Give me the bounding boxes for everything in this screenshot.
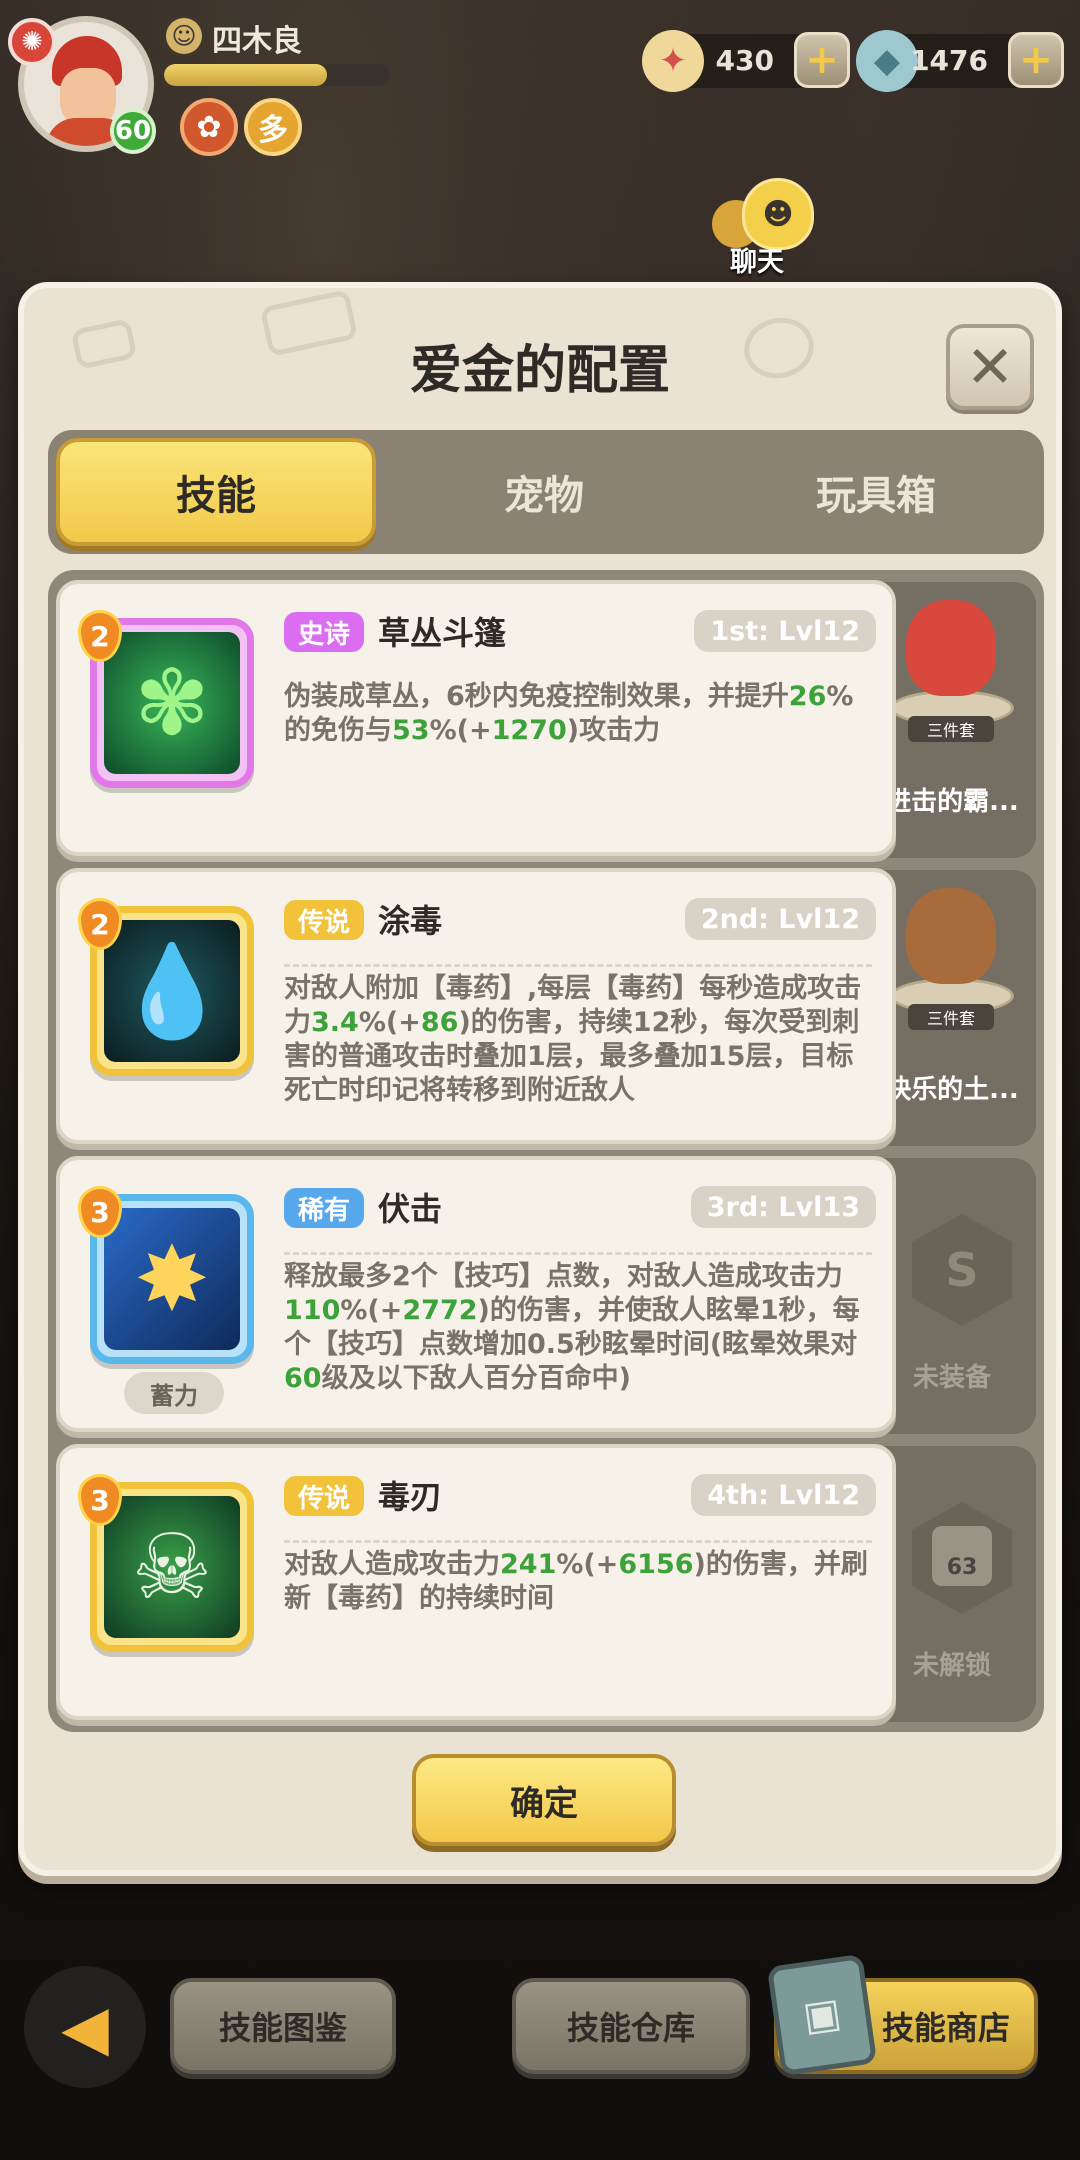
avatar-badge-icon: ✺ xyxy=(8,18,56,66)
player-exp-bar xyxy=(164,64,390,86)
skill-name: 涂毒 xyxy=(378,902,443,940)
tab-bar: 技能 宠物 玩具箱 xyxy=(48,430,1044,554)
slot-level-tag: 1st: Lvl12 xyxy=(694,610,876,652)
back-button[interactable]: ◀ xyxy=(24,1966,146,2088)
currency-shell-value: 430 xyxy=(715,44,774,77)
currency-gem-value: 1476 xyxy=(910,44,988,77)
chat-button[interactable]: ☻ 聊天 xyxy=(712,178,822,278)
confirm-button[interactable]: 确定 xyxy=(412,1754,676,1846)
skill-shop-button[interactable]: ▣ 技能商店 xyxy=(766,1953,1038,2077)
achievement-medal-icon[interactable]: ✿ xyxy=(180,98,238,156)
poison-skull-icon: ☠ xyxy=(104,1496,240,1638)
skill-card[interactable]: ✾ 2 史诗 草丛斗篷 1st: Lvl12 伪装成草丛，6秒内免疫控制效果，并… xyxy=(56,580,896,856)
skill-card[interactable]: 💧 2 传说 涂毒 2nd: Lvl12 对敌人附加【毒药】,每层【毒药】每秒造… xyxy=(56,868,896,1144)
dragon-pet-icon xyxy=(906,600,996,696)
panel-title: 爱金的配置 xyxy=(409,341,670,401)
rarity-badge: 传说 xyxy=(284,900,365,940)
skill-name: 草丛斗篷 xyxy=(378,614,507,652)
currency-shell: ✦ 430 + xyxy=(642,30,850,92)
currency-gem: ◆ 1476 + xyxy=(856,30,1064,92)
loadout-panel: 爱金的配置 ✕ 技能 宠物 玩具箱 三件套 进击的霸... 三件套 快乐的土..… xyxy=(18,282,1062,1876)
charge-tag: 蓄力 xyxy=(124,1372,224,1414)
chat-label: 聊天 xyxy=(730,247,784,278)
leaf-cloak-icon: ✾ xyxy=(104,632,240,774)
gem-icon: ◆ xyxy=(856,30,918,92)
coin-medal-icon[interactable]: 多 xyxy=(244,98,302,156)
close-button[interactable]: ✕ xyxy=(946,324,1034,410)
divider xyxy=(284,1540,872,1543)
set-tag: 三件套 xyxy=(908,1004,994,1030)
player-emoji-icon: ☺ xyxy=(166,18,202,54)
skill-description: 对敌人造成攻击力241%(+6156)的伤害，并刷新【毒药】的持续时间 xyxy=(284,1549,868,1614)
tab-toybox[interactable]: 玩具箱 xyxy=(716,438,1036,546)
add-shell-button[interactable]: + xyxy=(794,32,850,88)
tab-skills[interactable]: 技能 xyxy=(56,438,376,546)
back-arrow-icon: ◀ xyxy=(61,1990,109,2064)
player-level-badge: 60 xyxy=(110,108,156,154)
skill-description: 伪装成草丛，6秒内免疫控制效果，并提升26%的免伤与53%(+1270)攻击力 xyxy=(284,681,854,746)
slot-level-tag: 2nd: Lvl12 xyxy=(684,898,876,940)
slot-level-tag: 4th: Lvl12 xyxy=(691,1474,876,1516)
rarity-badge: 稀有 xyxy=(284,1188,365,1228)
skill-card[interactable]: ✸ 3 蓄力 稀有 伏击 3rd: Lvl13 释放最多2个【技巧】点数，对敌人… xyxy=(56,1156,896,1432)
slot-level-tag: 3rd: Lvl13 xyxy=(690,1186,876,1228)
empty-slot-icon: S xyxy=(912,1214,1012,1326)
shell-star-icon: ✦ xyxy=(642,30,704,92)
skill-name: 伏击 xyxy=(378,1190,443,1228)
shop-machine-icon: ▣ xyxy=(766,1953,878,2077)
skill-description: 释放最多2个【技巧】点数，对敌人造成攻击力110%(+2772)的伤害，并使敌人… xyxy=(284,1261,860,1394)
divider xyxy=(284,964,872,967)
rarity-badge: 传说 xyxy=(284,1476,365,1516)
ambush-icon: ✸ xyxy=(104,1208,240,1350)
skill-name: 毒刃 xyxy=(378,1478,443,1516)
mole-pet-icon xyxy=(906,888,996,984)
skill-list: 三件套 进击的霸... 三件套 快乐的土... S 未装备 63 未解锁 ✾ 2… xyxy=(48,570,1044,1732)
skill-card[interactable]: ☠ 3 传说 毒刃 4th: Lvl12 对敌人造成攻击力241%(+6156)… xyxy=(56,1444,896,1720)
add-gem-button[interactable]: + xyxy=(1008,32,1064,88)
lock-icon: 63 xyxy=(932,1526,992,1586)
player-name: 四木良 xyxy=(212,24,302,59)
tab-pets[interactable]: 宠物 xyxy=(384,438,704,546)
close-icon: ✕ xyxy=(965,333,1015,401)
skill-description: 对敌人附加【毒药】,每层【毒药】每秒造成攻击力3.4%(+86)的伤害，持续12… xyxy=(284,973,862,1106)
poison-drop-icon: 💧 xyxy=(104,920,240,1062)
set-tag: 三件套 xyxy=(908,716,994,742)
rarity-badge: 史诗 xyxy=(284,612,365,652)
divider xyxy=(284,1252,872,1255)
skill-shop-label: 技能商店 xyxy=(881,2009,1010,2047)
skill-atlas-button[interactable]: 技能图鉴 xyxy=(170,1978,396,2074)
skill-storage-button[interactable]: 技能仓库 xyxy=(512,1978,750,2074)
